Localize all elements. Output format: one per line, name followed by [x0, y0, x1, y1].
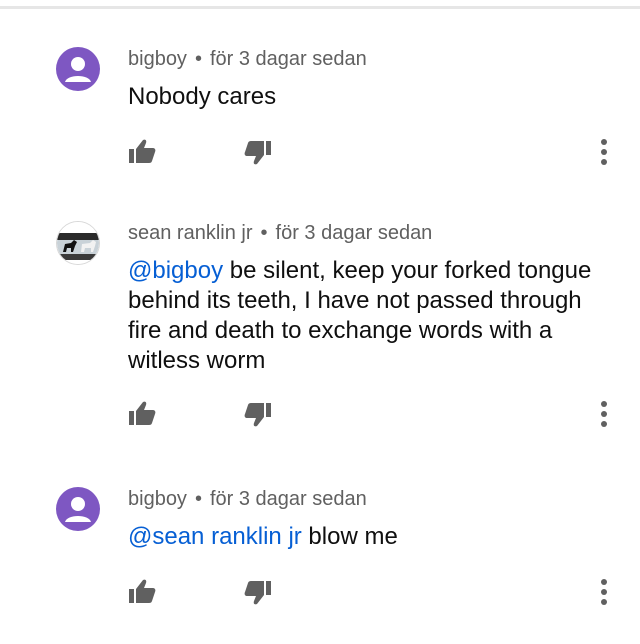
author-name[interactable]: sean ranklin jr	[128, 222, 253, 244]
comment-time[interactable]: för 3 dagar sedan	[210, 488, 367, 510]
default-user-icon	[65, 57, 91, 82]
avatar[interactable]	[56, 47, 100, 91]
comment-actions	[0, 134, 640, 174]
avatar[interactable]	[56, 221, 100, 265]
comment-body: Nobody cares	[128, 83, 277, 110]
thumbs-down-icon[interactable]	[240, 396, 276, 432]
more-vert-icon[interactable]	[594, 134, 614, 170]
comment-text: @sean ranklin jr blow me	[128, 522, 608, 552]
comment-meta: bigboy • för 3 dagar sedan	[128, 48, 367, 71]
comment-text: @bigboy be silent, keep your forked tong…	[128, 256, 608, 376]
mention-link[interactable]: @bigboy	[128, 257, 223, 284]
avatar[interactable]	[56, 487, 100, 531]
comment-actions	[0, 574, 640, 614]
comment-time[interactable]: för 3 dagar sedan	[210, 48, 367, 70]
author-name[interactable]: bigboy	[128, 48, 187, 70]
comment-text: Nobody cares	[128, 82, 608, 112]
thumbs-down-icon[interactable]	[240, 134, 276, 170]
meta-separator: •	[260, 222, 268, 244]
top-divider	[0, 6, 640, 9]
comment-actions	[0, 396, 640, 436]
meta-separator: •	[194, 488, 202, 510]
author-name[interactable]: bigboy	[128, 488, 187, 510]
comment-meta: sean ranklin jr • för 3 dagar sedan	[128, 222, 432, 245]
dog-photo	[57, 222, 99, 264]
meta-separator: •	[194, 48, 202, 70]
comment-time[interactable]: för 3 dagar sedan	[276, 222, 433, 244]
default-user-icon	[65, 497, 91, 522]
thumbs-down-icon[interactable]	[240, 574, 276, 610]
comment-body: blow me	[301, 523, 398, 550]
more-vert-icon[interactable]	[594, 396, 614, 432]
thumbs-up-icon[interactable]	[124, 134, 160, 170]
mention-link[interactable]: @sean ranklin jr	[128, 523, 302, 550]
thumbs-up-icon[interactable]	[124, 574, 160, 610]
comment-meta: bigboy • för 3 dagar sedan	[128, 488, 367, 511]
more-vert-icon[interactable]	[594, 574, 614, 610]
thumbs-up-icon[interactable]	[124, 396, 160, 432]
